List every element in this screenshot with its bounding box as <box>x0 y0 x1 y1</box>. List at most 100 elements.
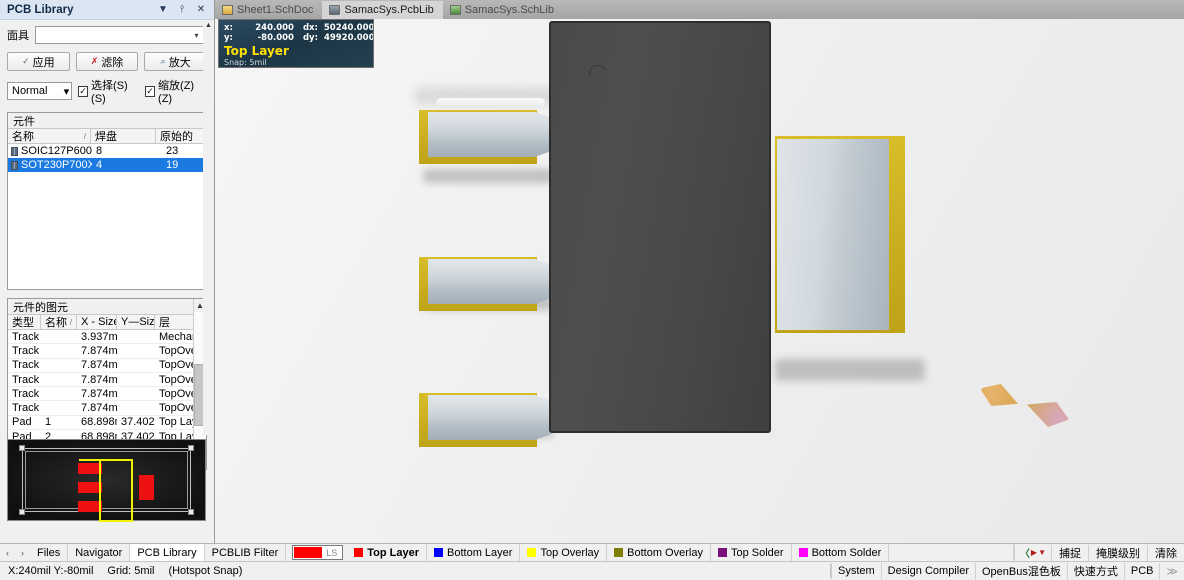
select-mode-value: Normal <box>12 85 48 97</box>
clear-filter-button-label: 滤除 <box>101 56 124 69</box>
status-shortcut[interactable]: 快速方式 <box>1066 563 1124 579</box>
table-row[interactable]: Pad 1 68.898mi 37.402mi Top Layer <box>8 416 193 431</box>
layer-bottom-solder[interactable]: Bottom Solder <box>792 544 890 561</box>
options-row: Normal ▾ ✓ 选择(S) (S) ✓ 缩放(Z) (Z) <box>0 75 214 110</box>
clear-mask-button[interactable]: 清除 <box>1147 544 1184 561</box>
chevron-down-icon[interactable]: ▾ <box>189 31 204 40</box>
tab-sheet1-schdoc[interactable]: Sheet1.SchDoc <box>215 1 322 19</box>
select-checkbox[interactable]: ✓ 选择(S) (S) <box>78 77 139 105</box>
col-header-primitives[interactable]: 原始的 <box>156 129 206 143</box>
tab-files[interactable]: Files <box>30 544 69 561</box>
lead-3 <box>428 395 552 440</box>
prim-xsize: 7.874mil <box>81 359 117 372</box>
table-row[interactable]: SOT230P700X180-4 4 19 <box>8 158 206 172</box>
components-caption: 元件 <box>8 113 206 129</box>
resize-handle[interactable] <box>188 509 194 515</box>
table-row[interactable]: Track 7.874mil TopOverlay <box>8 344 193 359</box>
layer-sets-icon: 〈 <box>1019 549 1030 560</box>
col-header-name[interactable]: 名称 / <box>8 129 91 143</box>
status-more[interactable]: ≫ <box>1159 563 1184 579</box>
info-snap: Snap: 5mil <box>224 58 267 67</box>
apply-button[interactable]: ✓ 应用 <box>7 52 70 71</box>
info-y-line: y: -80.000 dy: 49920.000 mil <box>224 33 373 43</box>
dropdown-icon[interactable]: ▼ <box>158 4 168 15</box>
status-pcb[interactable]: PCB <box>1123 563 1160 579</box>
zoom-button[interactable]: ⌕ 放大 <box>144 52 208 71</box>
layer-sets-label: LS <box>326 547 338 558</box>
zoom-checkbox[interactable]: ✓ 缩放(Z) (Z) <box>145 77 207 105</box>
tab-pcblib-filter[interactable]: PCBLIB Filter <box>205 544 287 561</box>
chevron-down-icon[interactable]: ▾ <box>64 85 70 98</box>
select-mode-combo[interactable]: Normal ▾ <box>7 82 73 100</box>
info-dx-label: dx: <box>302 23 318 33</box>
layer-top-layer[interactable]: Top Layer <box>347 544 428 561</box>
layer-label: Bottom Overlay <box>627 546 703 559</box>
component-icon <box>11 160 18 170</box>
resize-handle[interactable] <box>19 509 25 515</box>
lead-2 <box>428 259 552 304</box>
table-row[interactable]: Track 7.874mil TopOverlay <box>8 373 193 388</box>
col-header-prim-name[interactable]: 名称 / <box>41 315 77 329</box>
status-design-compiler[interactable]: Design Compiler <box>880 563 975 579</box>
chevron-down-icon: ▼ <box>1038 548 1046 557</box>
col-header-type[interactable]: 类型 <box>8 315 41 329</box>
status-openbus[interactable]: OpenBus混色板 <box>974 563 1067 579</box>
component-preview[interactable] <box>7 439 206 522</box>
col-header-xsize[interactable]: X - Size <box>77 315 117 329</box>
prim-ysize: 37.402mi <box>121 416 155 429</box>
table-row[interactable]: Track 3.937mil Mechanical <box>8 330 193 345</box>
lead-shadow <box>423 169 553 183</box>
mask-input[interactable]: ▾ <box>35 26 207 44</box>
info-dy-label: dy: <box>302 33 318 43</box>
prim-xsize: 7.874mil <box>81 373 117 386</box>
tab-navigator[interactable]: Navigator <box>68 544 131 561</box>
resize-handle[interactable] <box>188 445 194 451</box>
col-header-layer[interactable]: 层 <box>155 315 193 329</box>
component-primitives: 19 <box>166 159 179 171</box>
status-system[interactable]: System <box>830 563 881 579</box>
info-current-layer: Top Layer <box>224 44 289 58</box>
panel-tab-next-icon[interactable]: › <box>15 544 30 561</box>
table-row[interactable]: Track 7.874mil TopOverlay <box>8 359 193 373</box>
mask-level-button[interactable]: 掩膜级别 <box>1088 544 1147 561</box>
status-grid: Grid: 5mil <box>107 565 155 577</box>
panel-tab-prev-icon[interactable]: ‹ <box>0 544 15 561</box>
col-header-name-label: 名称 <box>12 131 34 143</box>
preview-body-outline <box>99 459 133 522</box>
check-icon: ✓ <box>22 56 30 66</box>
table-row[interactable]: SOIC127P600X175- 8 23 <box>8 144 206 158</box>
prim-type: Track <box>12 330 40 343</box>
col-header-ysize[interactable]: Y—Size <box>117 315 155 329</box>
clear-filter-button[interactable]: ✗ 滤除 <box>75 52 139 71</box>
component-primitives: 23 <box>166 145 179 157</box>
layer-top-overlay[interactable]: Top Overlay <box>520 544 608 561</box>
prim-xsize: 7.874mil <box>81 402 117 415</box>
layer-top-solder[interactable]: Top Solder <box>711 544 792 561</box>
pcb-3d-canvas[interactable]: x: 240.000 dx: 50240.000 mil y: -80.000 … <box>215 19 1184 543</box>
scroll-up-icon[interactable]: ▲ <box>203 20 214 31</box>
sort-ascending-icon: / <box>69 317 72 327</box>
layer-bottom-layer[interactable]: Bottom Layer <box>427 544 521 561</box>
tab-pcb-library[interactable]: PCB Library <box>130 544 205 561</box>
layer-bottom-overlay[interactable]: Bottom Overlay <box>607 544 711 561</box>
table-row[interactable]: Track 7.874mil TopOverlay <box>8 401 193 416</box>
panel-scrollbar[interactable]: ▲ <box>203 20 214 435</box>
schlib-icon <box>449 5 461 15</box>
prim-xsize: 7.874mil <box>81 344 117 357</box>
info-dy-value: 49920.000 mil <box>323 33 374 43</box>
table-row[interactable]: Track 7.874mil TopOverlay <box>8 387 193 402</box>
tab-samacsys-schlib[interactable]: SamacSys.SchLib <box>443 1 563 19</box>
close-icon[interactable]: ✕ <box>196 4 206 15</box>
resize-handle[interactable] <box>19 445 25 451</box>
layer-color-swatch <box>527 548 537 557</box>
ls-indicator[interactable]: 〈 ▶ ▼ <box>1013 545 1051 560</box>
current-layer-swatch[interactable]: LS <box>292 545 344 560</box>
snap-button[interactable]: 捕捉 <box>1051 544 1088 561</box>
tab-samacsys-pcblib[interactable]: SamacSys.PcbLib <box>322 1 443 19</box>
play-icon: ▶ <box>1030 548 1038 557</box>
components-header: 名称 / 焊盘 原始的 <box>8 129 206 144</box>
cursor-info-overlay: x: 240.000 dx: 50240.000 mil y: -80.000 … <box>218 19 374 68</box>
col-header-pads[interactable]: 焊盘 <box>91 129 156 143</box>
current-layer-color <box>294 547 323 558</box>
pin-icon[interactable]: ⫯ <box>177 4 187 15</box>
